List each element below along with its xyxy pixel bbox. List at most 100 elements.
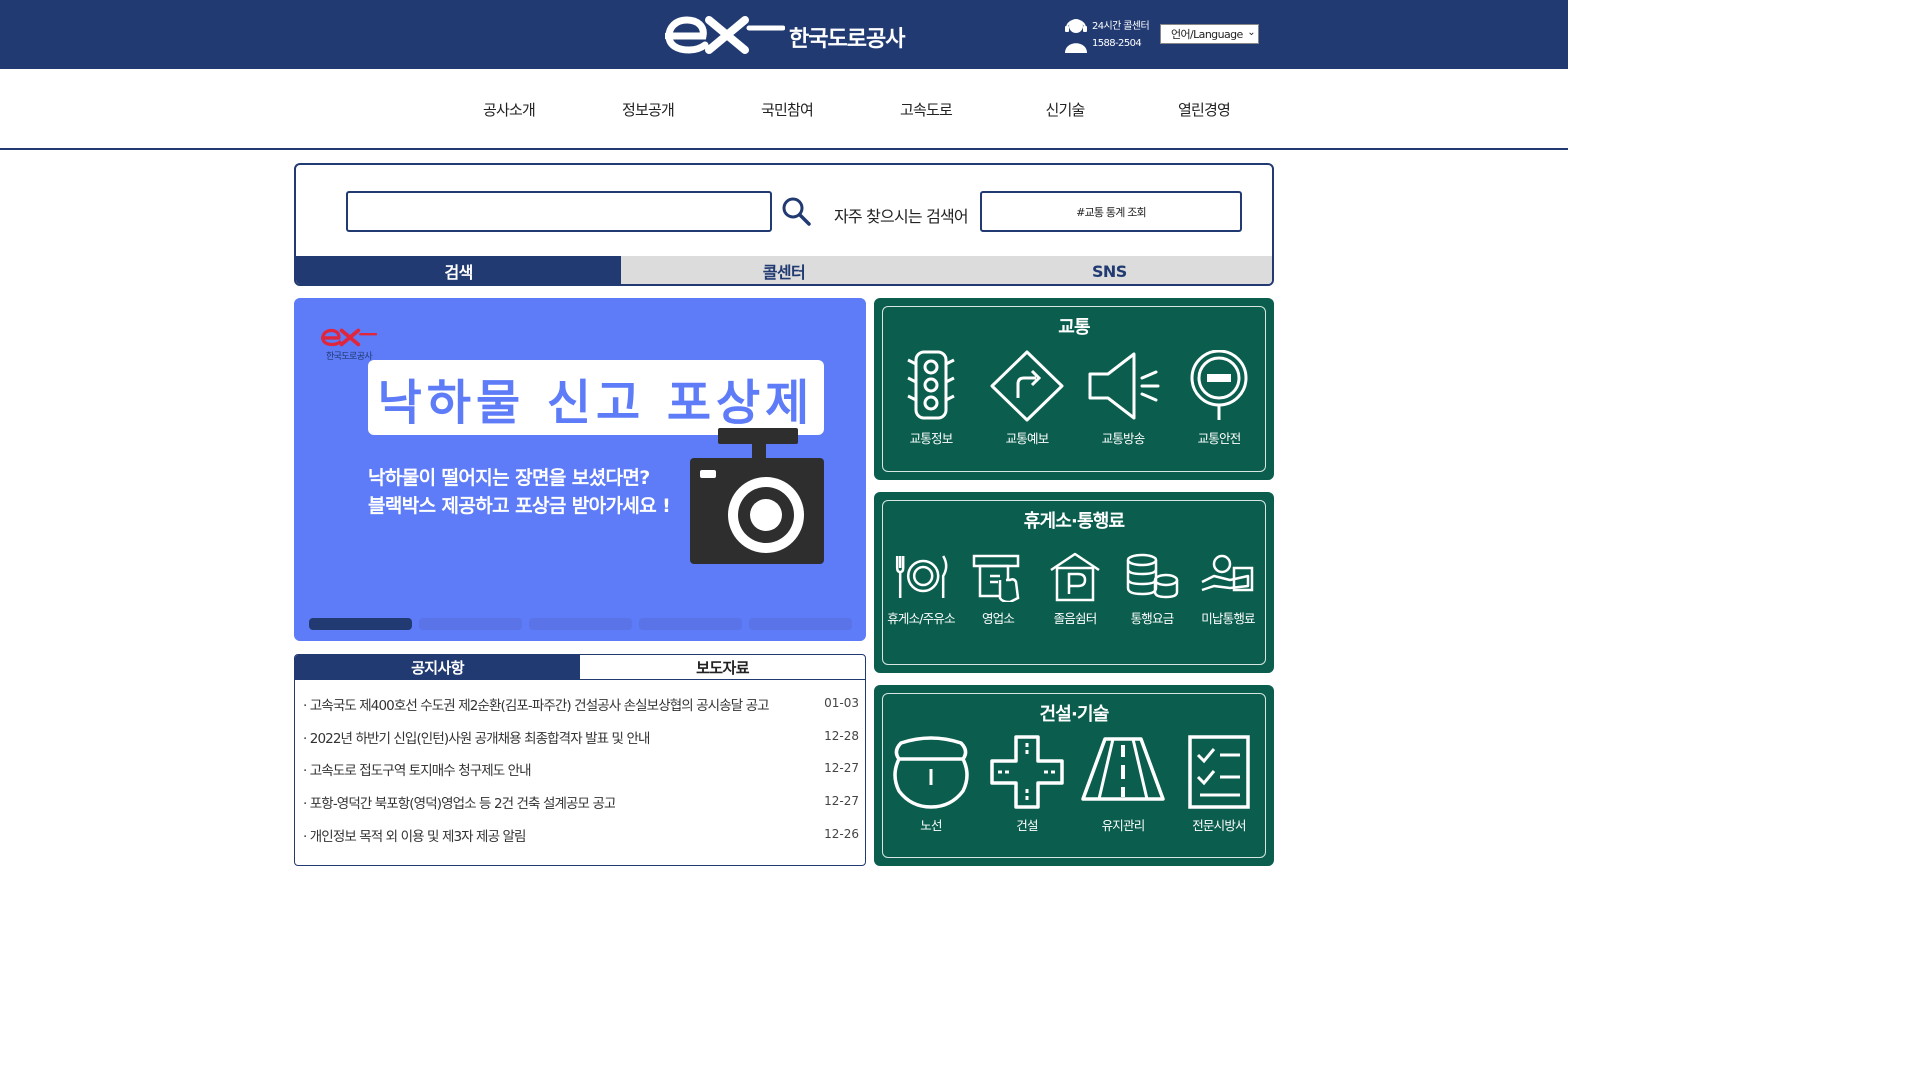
nav-item-expressway[interactable]: 고속도로 <box>900 99 953 120</box>
traffic-safety-label: 교통안전 <box>1197 431 1242 446</box>
notice-title[interactable]: · 고속국도 제400호선 수도권 제2순환(김포-파주간) 건설공사 손실보상… <box>303 694 769 714</box>
traffic-light-icon <box>907 350 955 420</box>
search-button[interactable] <box>780 195 812 227</box>
toll-fee-link[interactable]: 통행요금 <box>1124 552 1180 627</box>
logo-name: 한국도로공사 <box>789 27 905 52</box>
tollgate-label: 영업소 <box>981 611 1015 626</box>
language-select[interactable]: 언어/Language ⌄ <box>1160 24 1259 44</box>
dashcam-icon <box>690 428 824 564</box>
tollbooth-icon <box>972 554 1020 602</box>
callcenter-label: 24시간 콜센터 <box>1092 21 1150 32</box>
headset-person-icon <box>1065 19 1087 53</box>
tab-search[interactable]: 검색 <box>296 256 622 284</box>
callcenter-number: 1588-2504 <box>1092 38 1142 49</box>
route-shield-icon <box>893 736 969 809</box>
tab-sns[interactable]: SNS <box>946 256 1272 284</box>
banner-subtitle-line1: 낙하물이 떨어지는 장면을 보셨다면? <box>368 467 650 489</box>
slide-dot[interactable] <box>309 618 412 630</box>
construction-panel-title: 건설·기술 <box>1039 704 1109 725</box>
traffic-broadcast-label: 교통방송 <box>1101 431 1146 446</box>
site-logo[interactable]: 한국도로공사 <box>665 14 905 54</box>
frequent-keyword-link[interactable]: #교통 통계 조회 <box>980 191 1242 232</box>
slide-dot[interactable] <box>639 618 742 630</box>
language-select-value: 언어/Language <box>1171 28 1243 41</box>
banner-title: 낙하물 신고 포상제 <box>377 374 815 431</box>
nav-item-about[interactable]: 공사소개 <box>483 99 536 120</box>
traffic-panel-title: 교통 <box>1058 317 1090 338</box>
megaphone-icon <box>1088 352 1160 420</box>
main-banner[interactable]: 한국도로공사 낙하물 신고 포상제 낙하물이 떨어지는 장면을 보셨다면? 블랙… <box>294 298 866 641</box>
tab-notices[interactable]: 공지사항 <box>295 655 580 679</box>
ex-logo-icon <box>321 328 377 347</box>
slide-indicators <box>309 618 852 630</box>
coins-icon <box>1126 553 1179 599</box>
traffic-info-label: 교통정보 <box>909 431 954 446</box>
list-item[interactable]: · 고속도로 접도구역 토지매수 청구제도 안내 12-27 <box>295 759 865 792</box>
search-panel: 자주 찾으시는 검색어 #교통 통계 조회 검색 콜센터 SNS <box>294 163 1274 286</box>
nav-item-management[interactable]: 열린경영 <box>1178 99 1231 120</box>
list-item[interactable]: · 2022년 하반기 신입(인턴)사원 공개채용 최종합격자 발표 및 안내 … <box>295 727 865 760</box>
nav-item-disclosure[interactable]: 정보공개 <box>622 99 675 120</box>
notice-date: 12-26 <box>824 826 859 841</box>
maintenance-link[interactable]: 유지관리 <box>1081 735 1165 834</box>
tab-callcenter[interactable]: 콜센터 <box>621 256 947 284</box>
drowsy-shelter-link[interactable]: 졸음쉼터 <box>1047 552 1103 627</box>
construction-panel: 건설·기술 노선 건설 유지관리 전문시방서 <box>874 685 1274 866</box>
direction-sign-icon <box>990 350 1064 422</box>
search-input[interactable] <box>346 191 772 232</box>
no-entry-sign-icon <box>1190 350 1248 420</box>
notice-title[interactable]: · 포항-영덕간 북포항(영덕)영업소 등 2건 건축 설계공모 공고 <box>303 792 615 812</box>
top-header: 한국도로공사 24시간 콜센터 1588-2504 언어/Language ⌄ <box>0 0 1568 69</box>
construction-link[interactable]: 건설 <box>990 735 1064 834</box>
tab-press-releases[interactable]: 보도자료 <box>580 655 865 679</box>
notice-board: 공지사항 보도자료 · 고속국도 제400호선 수도권 제2순환(김포-파주간)… <box>294 654 866 866</box>
route-link[interactable]: 노선 <box>891 735 971 834</box>
traffic-safety-link[interactable]: 교통안전 <box>1188 350 1250 447</box>
notice-list: · 고속국도 제400호선 수도권 제2순환(김포-파주간) 건설공사 손실보상… <box>295 680 865 857</box>
unpaid-toll-link[interactable]: 미납통행료 <box>1200 552 1256 627</box>
slide-dot[interactable] <box>419 618 522 630</box>
construction-label: 건설 <box>1016 818 1038 833</box>
list-item[interactable]: · 고속국도 제400호선 수도권 제2순환(김포-파주간) 건설공사 손실보상… <box>295 694 865 727</box>
banner-subtitle: 낙하물이 떨어지는 장면을 보셨다면? 블랙박스 제공하고 포상금 받아가세요 … <box>368 464 671 520</box>
notice-title[interactable]: · 개인정보 목적 외 이용 및 제3자 제공 알림 <box>303 825 526 845</box>
unpaid-toll-label: 미납통행료 <box>1201 611 1255 626</box>
banner-logo-text: 한국도로공사 <box>326 352 373 362</box>
rest-area-label: 휴게소/주유소 <box>887 611 955 626</box>
main-nav: 공사소개 정보공개 국민참여 고속도로 신기술 열린경영 <box>0 69 1568 150</box>
tollgate-link[interactable]: 영업소 <box>970 552 1026 627</box>
traffic-panel: 교통 교통정보 교통예보 교통방송 교통안전 <box>874 298 1274 480</box>
list-item[interactable]: · 개인정보 목적 외 이용 및 제3자 제공 알림 12-26 <box>295 825 865 858</box>
route-label: 노선 <box>920 818 942 833</box>
crossroad-icon <box>990 735 1064 809</box>
parking-icon <box>1050 552 1100 602</box>
nav-item-new-tech[interactable]: 신기술 <box>1045 99 1085 120</box>
hand-coin-icon <box>1201 554 1254 592</box>
traffic-forecast-label: 교통예보 <box>1005 431 1050 446</box>
drowsy-shelter-label: 졸음쉼터 <box>1053 611 1098 626</box>
toll-fee-label: 통행요금 <box>1130 611 1175 626</box>
chevron-down-icon: ⌄ <box>1247 27 1255 38</box>
banner-subtitle-line2: 블랙박스 제공하고 포상금 받아가세요 ! <box>368 495 671 517</box>
slide-dot[interactable] <box>749 618 852 630</box>
rest-area-link[interactable]: 휴게소/주유소 <box>887 552 956 627</box>
notice-date: 12-27 <box>824 794 859 809</box>
ex-logo-icon <box>665 16 785 54</box>
list-item[interactable]: · 포항-영덕간 북포항(영덕)영업소 등 2건 건축 설계공모 공고 12-2… <box>295 792 865 825</box>
notice-title[interactable]: · 고속도로 접도구역 토지매수 청구제도 안내 <box>303 759 531 779</box>
spec-link[interactable]: 전문시방서 <box>1188 735 1250 834</box>
nav-item-participation[interactable]: 국민참여 <box>761 99 814 120</box>
banner-title-box: 낙하물 신고 포상제 <box>368 360 824 435</box>
frequent-keywords-label: 자주 찾으시는 검색어 <box>834 207 969 226</box>
traffic-forecast-link[interactable]: 교통예보 <box>990 350 1064 447</box>
callcenter-info[interactable]: 24시간 콜센터 1588-2504 <box>1064 16 1150 54</box>
traffic-broadcast-link[interactable]: 교통방송 <box>1086 350 1160 447</box>
rest-toll-panel: 휴게소·통행료 휴게소/주유소 영업소 졸음쉼터 통행요금 미납통행료 <box>874 492 1274 673</box>
traffic-info-link[interactable]: 교통정보 <box>906 350 956 447</box>
maintenance-label: 유지관리 <box>1101 818 1146 833</box>
checklist-icon <box>1188 735 1250 809</box>
notice-date: 12-27 <box>824 761 859 776</box>
notice-title[interactable]: · 2022년 하반기 신입(인턴)사원 공개채용 최종합격자 발표 및 안내 <box>303 727 650 747</box>
search-icon <box>782 197 811 226</box>
slide-dot[interactable] <box>529 618 632 630</box>
